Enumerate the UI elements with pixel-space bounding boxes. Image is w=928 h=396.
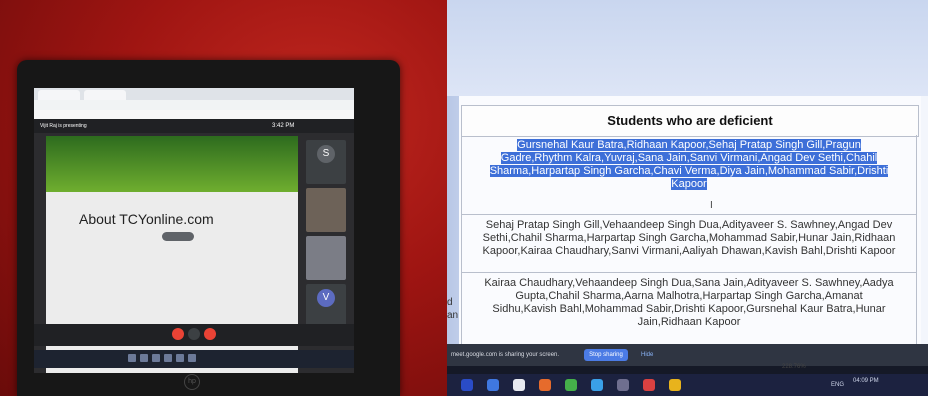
left-photo: Vijit Raj is presenting 3:42 PM About TC… <box>0 0 447 396</box>
mic-off-button[interactable] <box>172 328 184 340</box>
browser-tab[interactable] <box>38 90 80 100</box>
table-title: Students who are deficient <box>461 105 919 137</box>
meet-clock: 3:42 PM <box>272 123 295 129</box>
right-photo: Students who are deficient Gursnehal Kau… <box>447 0 928 396</box>
presenting-label: Vijit Raj is presenting <box>40 123 87 129</box>
hp-logo-icon: hp <box>184 374 200 390</box>
end-call-button[interactable] <box>188 328 200 340</box>
share-notice: meet.google.com is sharing your screen. <box>451 352 560 358</box>
browser-tab-bar <box>34 88 354 100</box>
taskbar-app-icon[interactable] <box>152 354 160 362</box>
participant-tile[interactable] <box>306 236 346 280</box>
taskbar-app-icon[interactable] <box>487 379 499 391</box>
bookmarks-bar <box>34 110 354 119</box>
table-row[interactable]: Kairaa Chaudhary,Vehaandeep Singh Dua,Sa… <box>461 273 917 345</box>
firefox-icon[interactable] <box>539 379 551 391</box>
participant-tile[interactable]: V <box>306 284 346 328</box>
participant-tile[interactable] <box>306 188 346 232</box>
table-row[interactable]: Gursnehal Kaur Batra,Ridhaan Kapoor,Seha… <box>461 135 917 215</box>
chrome-icon[interactable] <box>565 379 577 391</box>
language-indicator[interactable]: ENG <box>831 382 844 388</box>
screen-share-bar: meet.google.com is sharing your screen. … <box>447 344 928 366</box>
participant-avatar: V <box>317 289 335 307</box>
hide-button[interactable]: Hide <box>641 352 653 358</box>
slide-controls[interactable] <box>162 232 194 241</box>
laptop-screen: Vijit Raj is presenting 3:42 PM About TC… <box>34 88 354 373</box>
taskbar-app-icon[interactable] <box>643 379 655 391</box>
meet-top-bar: Vijit Raj is presenting 3:42 PM <box>34 119 354 133</box>
stop-sharing-button[interactable]: Stop sharing <box>584 349 628 361</box>
taskbar-app-icon[interactable] <box>669 379 681 391</box>
taskbar-app-icon[interactable] <box>188 354 196 362</box>
taskbar-app-icon[interactable] <box>164 354 172 362</box>
camera-off-button[interactable] <box>204 328 216 340</box>
taskbar-app-icon[interactable] <box>617 379 629 391</box>
selected-text[interactable]: Gursnehal Kaur Batra,Ridhaan Kapoor,Seha… <box>489 139 889 190</box>
slide-header-band <box>46 136 298 192</box>
taskbar-app-icon[interactable] <box>140 354 148 362</box>
taskbar-app-icon[interactable] <box>591 379 603 391</box>
slide-title: About TCYonline.com <box>79 211 214 227</box>
browser-tab-active[interactable] <box>84 90 126 100</box>
adjacent-column-text: d an <box>447 297 459 321</box>
taskbar-app-icon[interactable] <box>128 354 136 362</box>
taskbar-clock[interactable]: 04:09 PM <box>853 378 879 385</box>
start-icon[interactable] <box>461 379 473 391</box>
taskbar-app-icon[interactable] <box>176 354 184 362</box>
address-bar[interactable] <box>34 100 354 110</box>
participant-tile[interactable]: S <box>306 140 346 184</box>
document-background <box>447 0 928 96</box>
zoom-level: 228.76% <box>782 364 806 370</box>
participant-avatar: S <box>317 145 335 163</box>
taskbar-app-icon[interactable] <box>513 379 525 391</box>
text-cursor-icon: I <box>710 200 713 211</box>
table-row[interactable]: Sehaj Pratap Singh Gill,Vehaandeep Singh… <box>461 215 917 273</box>
